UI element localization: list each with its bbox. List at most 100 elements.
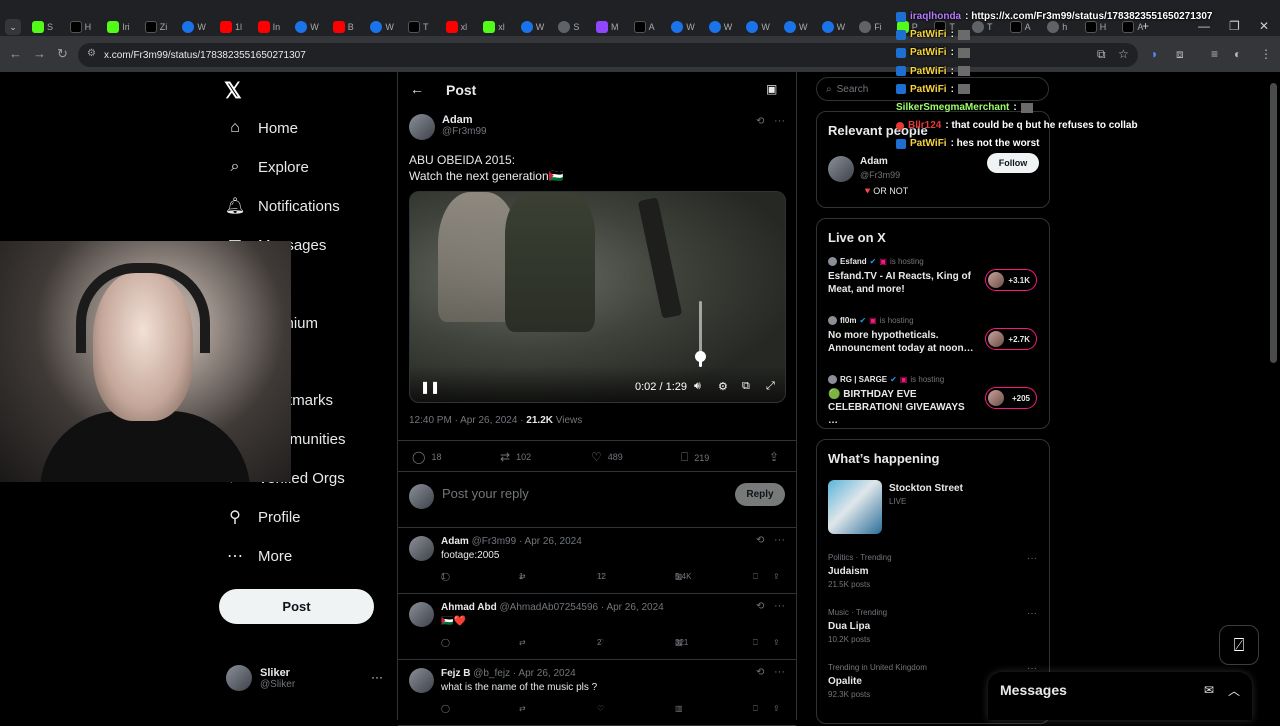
browser-tab[interactable]: B xyxy=(329,17,365,37)
restore-icon[interactable]: ❐ xyxy=(1229,19,1240,33)
listener-badge[interactable]: +3.1K xyxy=(985,269,1037,291)
browser-tab[interactable]: W xyxy=(517,17,553,37)
live-item[interactable]: fl0m ✔ ▣ is hosting No more hypotheticals. A… xyxy=(828,316,1043,368)
extensions-puzzle-icon[interactable]: ⧈ xyxy=(1176,47,1184,62)
volume-icon[interactable]: 🔊︎ xyxy=(694,380,701,393)
bookmark-icon[interactable]: ⎕ xyxy=(753,704,758,714)
messages-drawer[interactable]: Messages ✉ ︿ xyxy=(988,672,1252,720)
profile-avatar-icon[interactable]: ◐ xyxy=(1234,47,1241,61)
browser-tab[interactable]: Fi xyxy=(855,17,891,37)
browser-menu-icon[interactable]: ⋮ xyxy=(1260,47,1272,61)
host-name[interactable]: fl0m xyxy=(840,316,856,325)
bookmark-star-icon[interactable]: ☆ xyxy=(1118,47,1129,61)
browser-tab[interactable]: In xyxy=(254,17,290,37)
nav-item-notifications[interactable]: 🔔︎ Notifications xyxy=(225,197,340,216)
reply-button[interactable]: Reply xyxy=(735,483,785,506)
bookmark-icon[interactable]: ⎕ xyxy=(753,572,758,582)
media-control-icon[interactable]: ≡ xyxy=(1211,47,1218,61)
trend-thumbnail[interactable] xyxy=(828,480,882,534)
browser-tab[interactable]: S xyxy=(554,17,590,37)
nav-item-more[interactable]: ⋯ More xyxy=(226,547,292,566)
url-bar[interactable]: ⚙ x.com/Fr3m99/status/178382355165027130… xyxy=(78,43,1138,67)
avatar[interactable] xyxy=(409,114,435,140)
grok-icon[interactable]: ⟲ xyxy=(756,601,764,612)
browser-tab[interactable]: xl xyxy=(479,17,515,37)
live-title[interactable]: 🟢 BIRTHDAY EVE CELEBRATION! GIVEAWAYS … xyxy=(828,388,976,427)
browser-tab[interactable]: W xyxy=(780,17,816,37)
share-action[interactable]: ⇪ xyxy=(769,450,779,464)
reply-date[interactable]: Apr 26, 2024 xyxy=(525,536,582,547)
featured-trend-name[interactable]: Stockton Street xyxy=(889,483,963,494)
reply-date[interactable]: Apr 26, 2024 xyxy=(606,602,663,613)
like-action[interactable]: ♡ 489 xyxy=(591,450,623,464)
more-dots-icon[interactable]: ··· xyxy=(774,115,785,127)
back-icon[interactable]: ← xyxy=(9,46,22,61)
reply-item[interactable]: Fejz B @b_fejz · Apr 26, 2024 what is the… xyxy=(398,660,796,726)
listener-badge[interactable]: +205 xyxy=(985,387,1037,409)
browser-tab[interactable]: S xyxy=(28,17,64,37)
author-name[interactable]: Adam xyxy=(442,114,487,126)
reader-mode-icon[interactable]: ▣ xyxy=(766,82,777,96)
live-item[interactable]: RG | SARGE ✔ ▣ is hosting 🟢 BIRTHDAY EVE CEL… xyxy=(828,375,1043,427)
page-scrollbar[interactable] xyxy=(1270,83,1277,363)
expand-icon[interactable]: ︿ xyxy=(1228,682,1240,699)
account-switcher[interactable]: Sliker @Sliker ··· xyxy=(226,660,386,696)
more-dots-icon[interactable]: ··· xyxy=(1027,553,1037,564)
browser-tab[interactable]: 1l xyxy=(216,17,252,37)
browser-tab[interactable]: W xyxy=(742,17,778,37)
x-logo[interactable]: 𝕏 xyxy=(224,78,242,104)
bookmark-icon[interactable]: ⎕ xyxy=(753,638,758,648)
reply-date[interactable]: Apr 26, 2024 xyxy=(518,668,575,679)
volume-knob[interactable] xyxy=(695,351,706,363)
post-button[interactable]: Post xyxy=(219,589,374,624)
reply-input[interactable]: Post your reply xyxy=(442,486,529,501)
reply-item[interactable]: Adam @Fr3m99 · Apr 26, 2024 footage:2005 ⟲… xyxy=(398,528,796,594)
reload-icon[interactable]: ↻ xyxy=(57,46,68,62)
follow-button[interactable]: Follow xyxy=(987,153,1039,173)
browser-tab[interactable]: T xyxy=(404,17,440,37)
trend-item[interactable]: Music · Trending Dua Lipa 10.2K posts ··· xyxy=(828,608,1043,644)
more-dots-icon[interactable]: ··· xyxy=(774,600,785,612)
browser-tab[interactable]: W xyxy=(291,17,327,37)
browser-tab[interactable]: M xyxy=(592,17,628,37)
browser-tab[interactable]: Zi xyxy=(141,17,177,37)
reply-author-name[interactable]: Ahmad Abd xyxy=(441,602,497,613)
browser-tab[interactable]: A xyxy=(630,17,666,37)
repost-action[interactable]: ⇄ 102 xyxy=(500,450,531,464)
reply-handle[interactable]: @Fr3m99 xyxy=(472,536,517,547)
reply-author-name[interactable]: Adam xyxy=(441,536,469,547)
close-window-icon[interactable]: ✕ xyxy=(1259,19,1269,33)
bookmark-action[interactable]: ⎕ 219 xyxy=(681,450,709,465)
site-info-icon[interactable]: ⚙ xyxy=(87,48,96,59)
browser-tab[interactable]: xl xyxy=(442,17,478,37)
avatar[interactable] xyxy=(409,602,434,627)
person-name[interactable]: Adam xyxy=(860,156,888,167)
grok-icon[interactable]: ⟲ xyxy=(756,116,764,127)
settings-gear-icon[interactable]: ⚙ xyxy=(718,380,728,393)
reply-action[interactable]: ◯ 18 xyxy=(412,450,441,464)
pip-icon[interactable]: ⧉ xyxy=(742,380,750,393)
live-title[interactable]: Esfand.TV - AI Reacts, King of Meat, and… xyxy=(828,270,976,296)
avatar[interactable] xyxy=(409,668,434,693)
more-dots-icon[interactable]: ··· xyxy=(774,534,785,546)
trend-item[interactable]: Politics · Trending Judaism 21.5K posts ··· xyxy=(828,553,1043,589)
share-icon[interactable]: ⇪ xyxy=(773,704,780,713)
browser-tab[interactable]: Iri xyxy=(103,17,139,37)
live-item[interactable]: Esfand ✔ ▣ is hosting Esfand.TV - AI Reacts,… xyxy=(828,257,1043,309)
browser-tab[interactable]: W xyxy=(366,17,402,37)
listener-badge[interactable]: +2.7K xyxy=(985,328,1037,350)
avatar[interactable] xyxy=(409,536,434,561)
tweet-timestamp[interactable]: 12:40 PM · Apr 26, 2024 · xyxy=(409,415,526,426)
more-dots-icon[interactable]: ··· xyxy=(371,670,383,684)
browser-tab[interactable]: W xyxy=(178,17,214,37)
grok-button[interactable]: ⍁ xyxy=(1219,625,1259,665)
tab-search-button[interactable]: ⌄ xyxy=(5,19,21,35)
forward-icon[interactable]: → xyxy=(33,46,46,61)
pause-icon[interactable]: ❚❚ xyxy=(420,380,440,394)
browser-tab[interactable]: H xyxy=(66,17,102,37)
nav-item-profile[interactable]: ⚲ Profile xyxy=(226,508,300,527)
reply-handle[interactable]: @AhmadAb07254596 xyxy=(500,602,599,613)
host-name[interactable]: Esfand xyxy=(840,257,867,266)
avatar[interactable] xyxy=(828,156,854,182)
reply-author-name[interactable]: Fejz B xyxy=(441,668,470,679)
